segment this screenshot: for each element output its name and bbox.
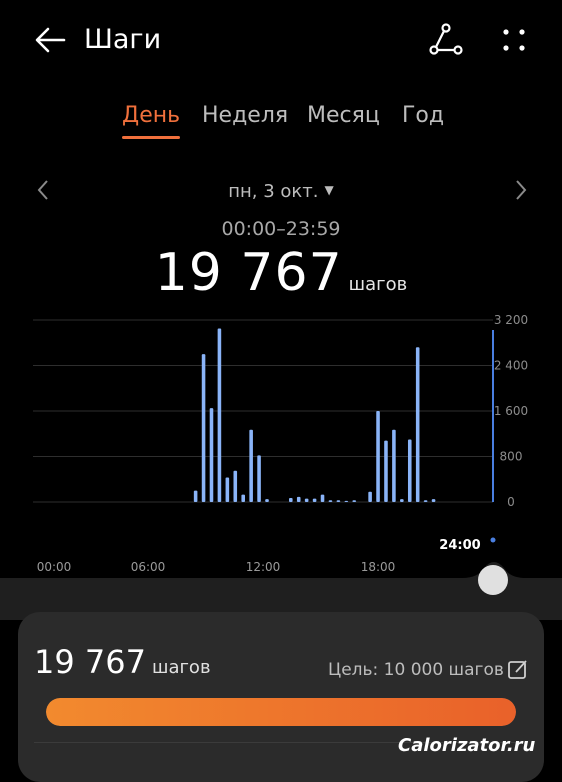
selection-dot xyxy=(490,537,496,543)
tab-active-indicator xyxy=(122,136,180,139)
chart-bar xyxy=(257,455,261,502)
chart-bar xyxy=(312,498,317,502)
tab-week[interactable]: Неделя xyxy=(202,100,288,132)
chart-bar xyxy=(431,499,436,502)
chart-bar xyxy=(304,498,309,502)
chart-bar xyxy=(392,429,396,502)
edit-goal-button[interactable] xyxy=(506,658,530,682)
chart-bar xyxy=(265,499,269,502)
scrubber-track xyxy=(0,562,562,620)
time-range: 00:00–23:59 xyxy=(221,218,341,240)
chart-bar xyxy=(328,500,333,502)
goal-label: Цель: 10 000 шагов xyxy=(328,660,504,680)
chart-bar xyxy=(336,500,341,502)
caret-down-icon: ▼ xyxy=(324,183,334,197)
share-icon xyxy=(429,23,463,55)
chart-bar xyxy=(407,439,412,502)
next-day-button[interactable] xyxy=(510,176,532,204)
chart-bar xyxy=(201,354,206,502)
chart-bar xyxy=(193,490,198,502)
card-total-steps: 19 767 шагов xyxy=(34,640,211,684)
total-steps: 19 767 шагов xyxy=(0,244,562,302)
goal-progress-bar xyxy=(46,698,516,726)
tab-day[interactable]: День xyxy=(122,100,180,132)
chart-bar xyxy=(249,429,253,502)
chart-bar xyxy=(400,499,404,502)
chart-bar xyxy=(233,470,238,502)
tab-year[interactable]: Год xyxy=(402,100,444,132)
chart-bar xyxy=(241,494,245,502)
chart-bar xyxy=(415,347,420,502)
y-tick-label: 0 xyxy=(507,495,515,509)
date-label: пн, 3 окт. xyxy=(228,181,319,202)
chart-bar xyxy=(384,440,388,502)
share-button[interactable] xyxy=(426,22,466,58)
scrubber-handle[interactable] xyxy=(478,565,508,595)
total-steps-value: 19 767 xyxy=(154,243,343,303)
chart-bar xyxy=(225,477,230,502)
card-steps-value: 19 767 xyxy=(34,643,146,681)
edit-icon xyxy=(508,660,527,679)
more-vertical-icon xyxy=(503,29,525,51)
chart-bar xyxy=(289,498,293,502)
chart-bar xyxy=(352,500,357,502)
card-steps-unit: шагов xyxy=(151,657,211,678)
chart-bar xyxy=(296,496,301,502)
y-tick-label: 1 600 xyxy=(494,404,528,418)
back-button[interactable] xyxy=(30,20,70,60)
watermark-text: Calorizator.ru xyxy=(398,735,536,756)
y-tick-label: 3 200 xyxy=(494,313,528,327)
chart-bar xyxy=(376,411,380,502)
x-tick-label: 24:00 xyxy=(439,538,480,553)
goal-progress-fill xyxy=(46,698,516,726)
chart-bar xyxy=(217,328,222,502)
more-button[interactable] xyxy=(496,22,532,58)
chart-bar xyxy=(344,500,349,502)
chart-bar xyxy=(423,500,428,502)
tab-month[interactable]: Месяц xyxy=(307,100,380,132)
arrow-left-icon xyxy=(35,27,66,53)
chart-bar xyxy=(320,494,325,502)
total-steps-unit: шагов xyxy=(348,274,408,295)
chart-bar xyxy=(368,491,372,502)
steps-chart[interactable]: 3 2002 4001 600800000:00 06:00 12:00 18:002… xyxy=(0,300,562,590)
y-tick-label: 2 400 xyxy=(494,359,528,373)
chevron-right-icon xyxy=(516,180,527,200)
date-selector[interactable]: пн, 3 окт. ▼ xyxy=(0,176,562,206)
y-tick-label: 800 xyxy=(500,450,523,464)
page-title: Шаги xyxy=(84,24,162,55)
chart-bar xyxy=(209,408,214,502)
